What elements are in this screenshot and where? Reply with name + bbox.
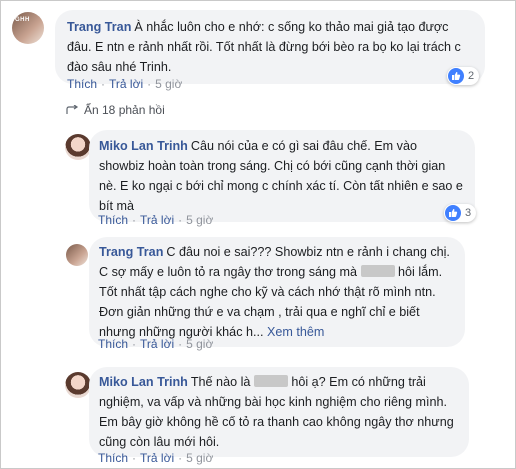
blurred-text (360, 265, 395, 277)
comment-actions: Thích · Trả lời · 5 giờ (98, 213, 214, 227)
like-link[interactable]: Thích (98, 213, 128, 227)
avatar-miko-lan-trinh[interactable] (65, 372, 91, 398)
avatar-miko-lan-trinh[interactable] (65, 134, 91, 160)
reaction-badge[interactable]: 2 (447, 67, 480, 85)
comment-bubble: Miko Lan Trinh Thế nào là hôi ạ? Em có nh… (89, 367, 469, 457)
comment-author[interactable]: Miko Lan Trinh (99, 139, 188, 153)
blurred-text (253, 375, 288, 387)
timestamp[interactable]: 5 giờ (186, 337, 213, 351)
reply-link[interactable]: Trả lời (140, 451, 174, 465)
hide-replies-label: Ẩn 18 phản hồi (84, 103, 165, 117)
comment-author[interactable]: Trang Tran (67, 20, 131, 34)
like-link[interactable]: Thích (98, 451, 128, 465)
like-link[interactable]: Thích (98, 337, 128, 351)
hide-replies-toggle[interactable]: Ẩn 18 phản hồi (66, 103, 165, 117)
reaction-count: 3 (465, 207, 472, 219)
avatar-trang-tran[interactable]: GHH (12, 12, 44, 44)
comment-actions: Thích · Trả lời · 5 giờ (98, 451, 214, 465)
comment-bubble: Trang Tran C đâu noi e sai??? Showbiz ntn… (89, 237, 465, 347)
reply-link[interactable]: Trả lời (140, 337, 174, 351)
like-link[interactable]: Thích (67, 77, 97, 91)
reaction-count: 2 (468, 70, 475, 82)
reply-arrow-icon (66, 105, 79, 114)
comment-author[interactable]: Trang Tran (99, 245, 163, 259)
timestamp[interactable]: 5 giờ (186, 451, 213, 465)
reply-link[interactable]: Trả lời (109, 77, 143, 91)
comment-actions: Thích · Trả lời · 5 giờ (67, 77, 183, 91)
comment-actions: Thích · Trả lời · 5 giờ (98, 337, 214, 351)
comment-text-part1: Thế nào là (190, 375, 251, 389)
reply-link[interactable]: Trả lời (140, 213, 174, 227)
avatar-trang-tran[interactable] (66, 244, 88, 266)
like-icon (445, 205, 461, 221)
like-icon (448, 68, 464, 84)
comment-author[interactable]: Miko Lan Trinh (99, 375, 188, 389)
comment-bubble: Trang Tran À nhắc luôn cho e nhớ: c sống … (55, 10, 485, 84)
comment-bubble: Miko Lan Trinh Câu nói của e có gì sai đâ… (89, 130, 475, 222)
timestamp[interactable]: 5 giờ (186, 213, 213, 227)
timestamp[interactable]: 5 giờ (155, 77, 182, 91)
see-more-link[interactable]: Xem thêm (267, 325, 324, 339)
reaction-badge[interactable]: 3 (444, 204, 477, 222)
